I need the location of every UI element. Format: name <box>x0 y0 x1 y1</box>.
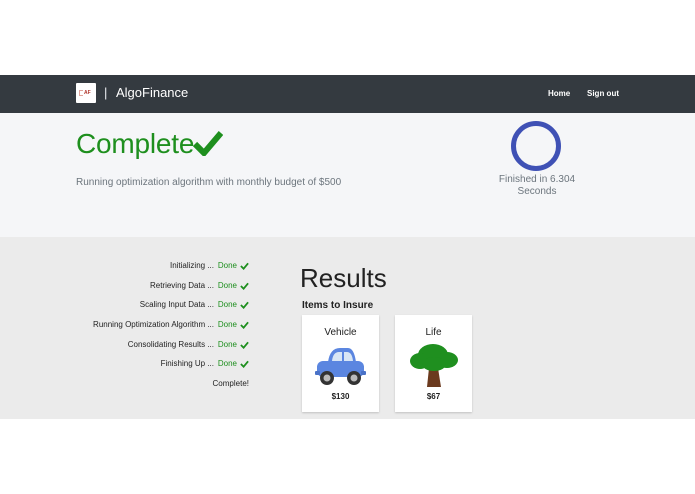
tree-icon <box>410 344 458 387</box>
step-label: Scaling Input Data ... <box>139 300 214 310</box>
card-title: Vehicle <box>324 327 357 338</box>
step-label: Running Optimization Algorithm ... <box>93 320 214 330</box>
step-list: Initializing ... Done Retrieving Data ..… <box>60 261 250 399</box>
step-label: Consolidating Results ... <box>127 339 214 349</box>
progress-ring <box>511 121 561 171</box>
step-row: Consolidating Results ... Done <box>60 340 250 360</box>
results-panel: Initializing ... Done Retrieving Data ..… <box>0 237 695 419</box>
status-hero: Complete Running optimization algorithm … <box>0 113 695 237</box>
checkmark-icon <box>240 341 249 349</box>
nav-home-link[interactable]: Home <box>548 89 570 99</box>
card-price: $130 <box>331 392 350 401</box>
navbar: AF | AlgoFinance Home Sign out <box>0 75 695 113</box>
brand-name[interactable]: AlgoFinance <box>116 85 188 101</box>
insurance-card-vehicle[interactable]: Vehicle $130 <box>302 315 379 412</box>
nav-sign-out-link[interactable]: Sign out <box>587 89 619 99</box>
insurance-card-life[interactable]: Life $67 <box>395 315 472 412</box>
step-row: Scaling Input Data ... Done <box>60 300 250 320</box>
step-status: Done <box>217 280 237 290</box>
checkmark-icon <box>193 131 223 156</box>
card-price: $67 <box>426 392 441 401</box>
step-row: Retrieving Data ... Done <box>60 281 250 301</box>
logo-text: AF <box>84 90 91 96</box>
step-status: Done <box>217 359 237 369</box>
checkmark-icon <box>240 262 249 270</box>
step-label: Initializing ... <box>169 261 214 270</box>
results-title: Results <box>300 263 387 293</box>
step-row: Finishing Up ... Done <box>60 359 250 379</box>
logo-mark <box>79 90 83 96</box>
car-icon <box>315 348 366 385</box>
checkmark-icon <box>240 361 249 369</box>
checkmark-icon <box>240 302 249 310</box>
logo[interactable]: AF <box>76 83 96 103</box>
page-title: Complete <box>76 128 195 159</box>
step-row: Initializing ... Done <box>60 261 250 281</box>
step-status: Done <box>217 320 237 330</box>
step-status: Done <box>217 339 237 349</box>
card-title: Life <box>425 327 442 338</box>
checkmark-icon <box>240 282 249 290</box>
step-status: Done <box>217 300 237 310</box>
brand-separator: | <box>104 85 108 100</box>
step-label: Finishing Up ... <box>160 359 214 369</box>
checkmark-icon <box>240 321 249 330</box>
final-step-label: Complete! <box>212 379 249 389</box>
items-heading: Items to Insure <box>302 300 374 311</box>
finished-time: Finished in 6.304 Seconds <box>498 174 576 197</box>
step-status: Done <box>217 261 237 270</box>
step-row-final: Complete! <box>60 379 250 399</box>
run-description: Running optimization algorithm with mont… <box>76 177 342 188</box>
step-row: Running Optimization Algorithm ... Done <box>60 320 250 340</box>
step-label: Retrieving Data ... <box>149 280 214 290</box>
